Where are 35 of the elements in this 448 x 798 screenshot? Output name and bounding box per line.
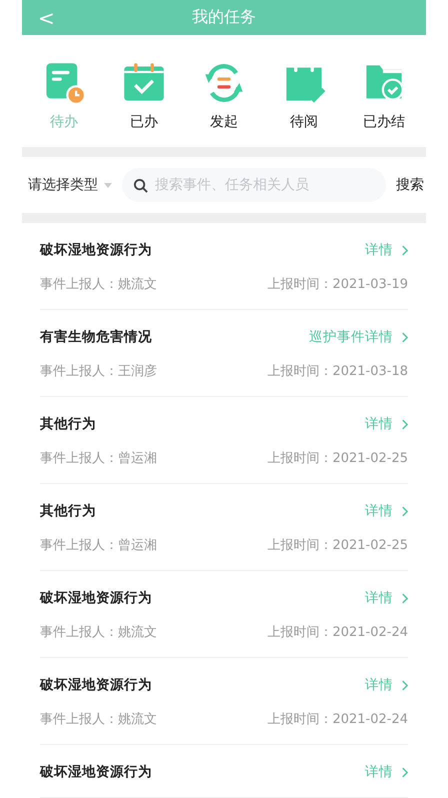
category-tab[interactable]: 已办: [106, 61, 182, 131]
reporter-text: 事件上报人：王润彦: [40, 363, 157, 380]
type-dropdown[interactable]: 请选择类型: [26, 176, 114, 194]
details-link[interactable]: 详情: [365, 502, 408, 520]
reporter-text: 事件上报人：姚流文: [40, 276, 157, 293]
reporter-text: 事件上报人：姚流文: [40, 624, 157, 641]
report-time: 上报时间：2021-02-25: [267, 537, 408, 554]
task-title: 破坏湿地资源行为: [40, 589, 152, 607]
task-title: 破坏湿地资源行为: [40, 676, 152, 694]
details-link[interactable]: 详情: [365, 241, 408, 259]
report-time: 上报时间：2021-02-25: [267, 450, 408, 467]
search-button[interactable]: 搜索: [394, 176, 426, 194]
details-link[interactable]: 详情: [365, 589, 408, 607]
details-link[interactable]: 巡护事件详情: [309, 328, 408, 346]
task-title: 其他行为: [40, 415, 96, 433]
task-title: 有害生物危害情况: [40, 328, 152, 346]
category-tab[interactable]: 发起: [186, 61, 262, 131]
task-title: 其他行为: [40, 502, 96, 520]
back-button[interactable]: <: [30, 6, 63, 30]
reporter-text: 事件上报人：曾运湘: [40, 537, 157, 554]
reporter-text: 事件上报人：曾运湘: [40, 450, 157, 467]
category-tab[interactable]: 待办: [26, 61, 102, 131]
task-title: 破坏湿地资源行为: [40, 241, 152, 259]
reporter-text: 事件上报人：姚流文: [40, 711, 157, 728]
report-time: 上报时间：2021-02-24: [267, 624, 408, 641]
report-time: 上报时间：2021-03-19: [267, 276, 408, 293]
details-link[interactable]: 详情: [365, 415, 408, 433]
page-title: 我的任务: [192, 7, 256, 28]
details-link[interactable]: 详情: [365, 676, 408, 694]
task-title: 破坏湿地资源行为: [40, 763, 152, 781]
category-tab[interactable]: 已办结: [346, 61, 422, 131]
report-time: 上报时间：2021-02-24: [267, 711, 408, 728]
details-link[interactable]: 详情: [365, 763, 408, 781]
report-time: 上报时间：2021-03-18: [267, 363, 408, 380]
category-tab[interactable]: 待阅: [266, 61, 342, 131]
